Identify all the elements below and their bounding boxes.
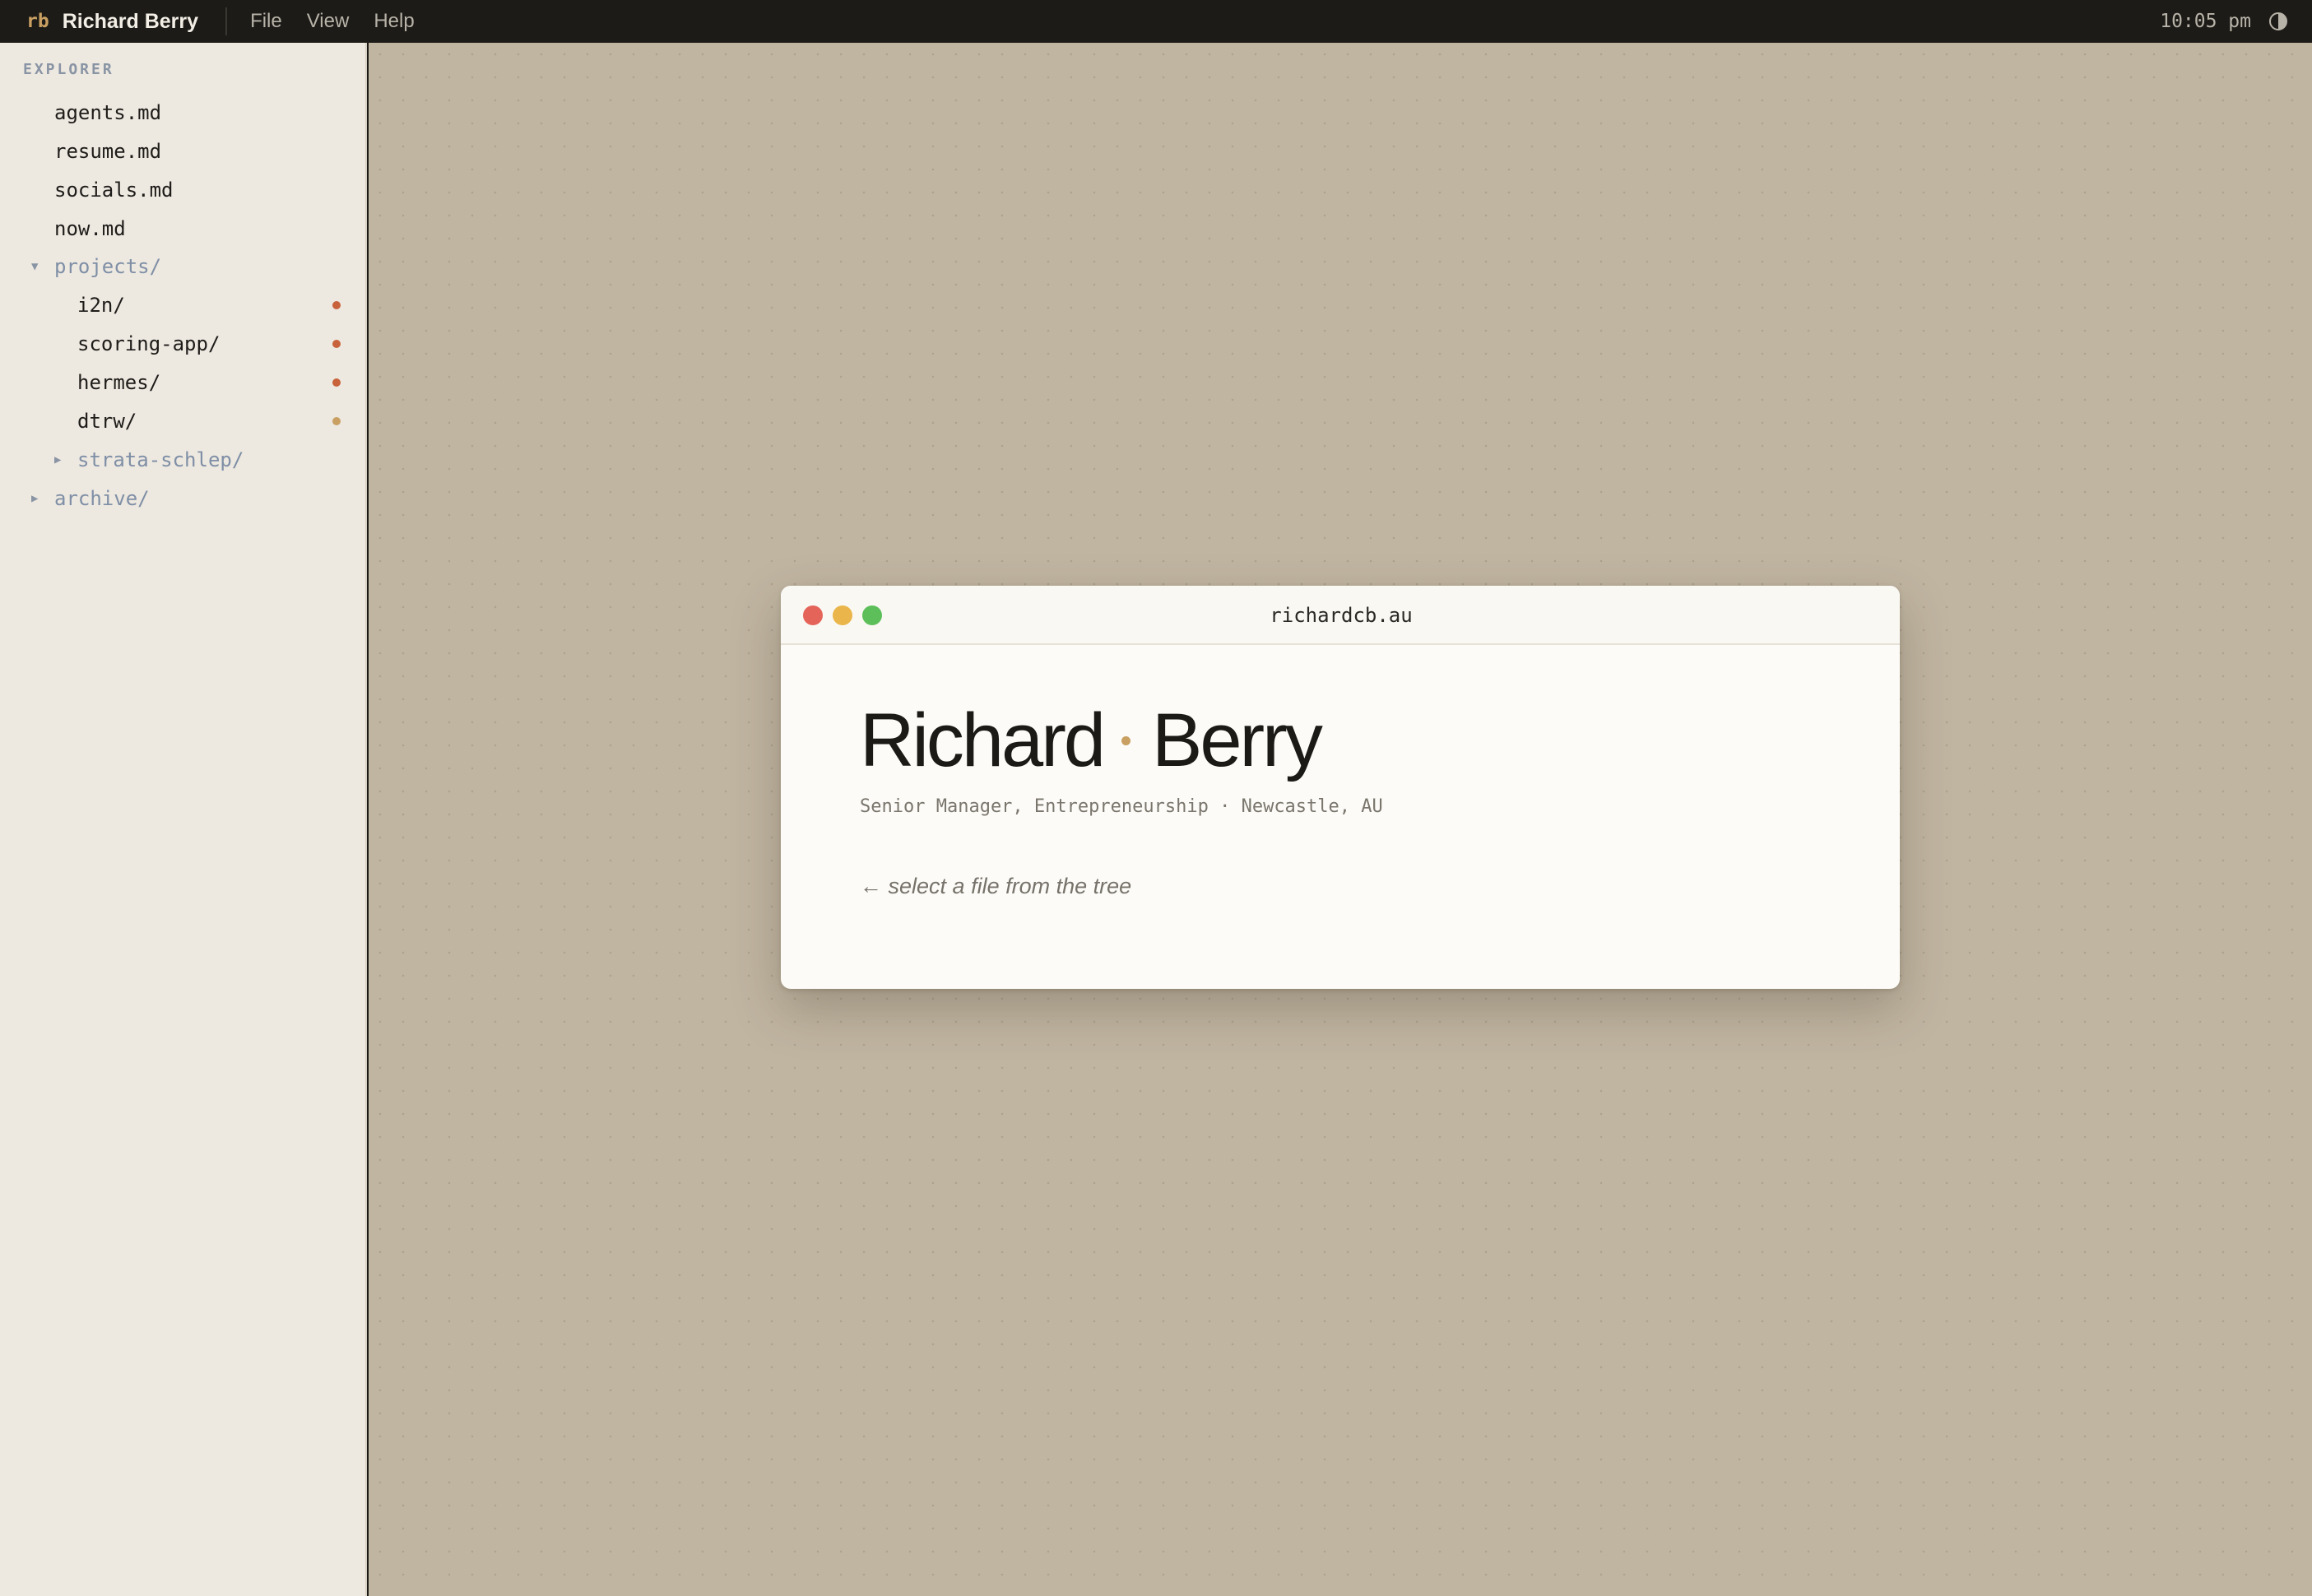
- tree-item-label: i2n/: [77, 293, 125, 317]
- hero-name: Richard Berry: [860, 703, 1323, 778]
- status-dot-icon: [332, 378, 341, 387]
- explorer-title: EXPLORER: [23, 61, 114, 78]
- tree-item-agents-md[interactable]: agents.md: [0, 93, 365, 132]
- tree-item-label: agents.md: [54, 100, 162, 124]
- chevron-down-icon: ▼: [31, 259, 39, 273]
- menu-divider: [225, 7, 228, 35]
- menu-help[interactable]: Help: [374, 10, 414, 33]
- tree-item-scoring-app[interactable]: scoring-app/: [0, 324, 365, 363]
- tree-item-label: projects/: [54, 254, 162, 278]
- brand-name[interactable]: Richard Berry: [63, 10, 198, 34]
- clock: 10:05 pm: [2160, 11, 2251, 32]
- last-name: Berry: [1152, 698, 1323, 782]
- tree-item-now-md[interactable]: now.md: [0, 209, 365, 248]
- tree-folder-strata-schlep[interactable]: ▶ strata-schlep/: [0, 440, 365, 479]
- arrow-left-icon: ←: [860, 874, 882, 898]
- sidebar-explorer: EXPLORER agents.md resume.md socials.md …: [0, 43, 367, 1596]
- tree-folder-archive[interactable]: ▶ archive/: [0, 479, 365, 517]
- tree-item-label: resume.md: [54, 139, 162, 163]
- tree-item-label: now.md: [54, 216, 126, 240]
- separator-dot-icon: [1121, 736, 1131, 746]
- hero-subtitle: Senior Manager, Entrepreneurship · Newca…: [860, 796, 1383, 817]
- menu-file[interactable]: File: [250, 10, 282, 33]
- tree-item-resume-md[interactable]: resume.md: [0, 132, 365, 170]
- hint-text: select a file from the tree: [888, 874, 1132, 898]
- tree-item-i2n[interactable]: i2n/: [0, 285, 365, 324]
- tree-item-label: strata-schlep/: [77, 448, 244, 471]
- chevron-right-icon: ▶: [31, 491, 39, 505]
- tree-item-dtrw[interactable]: dtrw/: [0, 401, 365, 440]
- menu-right: 10:05 pm: [2160, 0, 2287, 43]
- tree-item-socials-md[interactable]: socials.md: [0, 170, 365, 209]
- first-name: Richard: [860, 698, 1106, 782]
- menu-bar: rb Richard Berry File View Help 10:05 pm: [0, 0, 2312, 43]
- tree-folder-projects[interactable]: ▼ projects/: [0, 247, 365, 285]
- welcome-window: richardcb.au Richard Berry Senior Manager…: [781, 586, 1900, 989]
- tree-item-hermes[interactable]: hermes/: [0, 363, 365, 401]
- window-title: richardcb.au: [1270, 604, 1413, 627]
- status-dot-icon: [332, 300, 341, 309]
- theme-toggle-icon[interactable]: [2269, 12, 2287, 30]
- menu-view[interactable]: View: [307, 10, 350, 33]
- brand-logo[interactable]: rb: [26, 11, 49, 32]
- hint-text-row: ← select a file from the tree: [860, 874, 1131, 899]
- status-dot-icon: [332, 339, 341, 348]
- status-dot-icon: [332, 416, 341, 425]
- window-titlebar[interactable]: richardcb.au: [781, 586, 1900, 645]
- tree-item-label: hermes/: [77, 370, 161, 394]
- tree-item-label: scoring-app/: [77, 332, 221, 355]
- chevron-right-icon: ▶: [54, 452, 62, 466]
- tree-item-label: socials.md: [54, 178, 174, 202]
- tree-item-label: dtrw/: [77, 409, 137, 433]
- tree-item-label: archive/: [54, 486, 150, 510]
